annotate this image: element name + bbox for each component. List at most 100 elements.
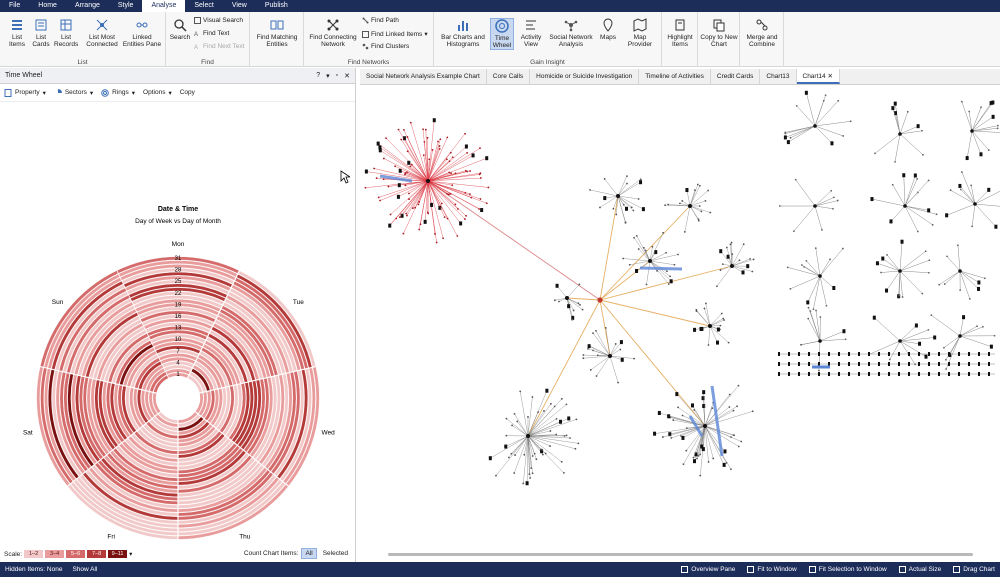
network-node[interactable] xyxy=(888,352,890,356)
network-node[interactable] xyxy=(948,362,950,366)
network-node[interactable] xyxy=(677,253,679,256)
network-node[interactable] xyxy=(938,352,940,356)
network-node[interactable] xyxy=(736,405,739,408)
network-node[interactable] xyxy=(832,196,835,199)
network-node[interactable] xyxy=(818,339,822,343)
network-node[interactable] xyxy=(685,188,689,193)
network-node[interactable] xyxy=(994,224,998,229)
network-node[interactable] xyxy=(485,202,488,205)
network-node[interactable] xyxy=(813,124,817,128)
network-node[interactable] xyxy=(987,149,990,151)
network-node[interactable] xyxy=(817,369,820,372)
network-node[interactable] xyxy=(666,270,668,273)
linked-entities-pane-button[interactable]: Linked Entities Pane xyxy=(122,18,162,48)
network-node[interactable] xyxy=(806,300,810,305)
network-node[interactable] xyxy=(411,207,414,210)
network-node[interactable] xyxy=(510,452,513,455)
network-node[interactable] xyxy=(902,173,906,178)
network-node[interactable] xyxy=(991,114,995,119)
network-node[interactable] xyxy=(572,309,575,312)
network-node[interactable] xyxy=(927,328,930,331)
network-node[interactable] xyxy=(485,156,489,161)
network-node[interactable] xyxy=(701,447,705,452)
menu-analyse[interactable]: Analyse xyxy=(142,0,186,12)
network-node[interactable] xyxy=(943,346,945,349)
network-node[interactable] xyxy=(442,237,445,240)
network-node[interactable] xyxy=(432,118,436,123)
network-node[interactable] xyxy=(633,236,636,239)
network-node[interactable] xyxy=(582,354,585,356)
network-node[interactable] xyxy=(788,352,790,356)
network-node[interactable] xyxy=(464,169,467,172)
network-node[interactable] xyxy=(792,230,795,233)
network-node[interactable] xyxy=(446,136,449,139)
network-node[interactable] xyxy=(565,434,568,437)
network-node[interactable] xyxy=(565,296,569,300)
network-node[interactable] xyxy=(814,247,817,250)
network-node[interactable] xyxy=(707,189,710,192)
network-node[interactable] xyxy=(406,136,409,138)
network-node[interactable] xyxy=(389,213,392,216)
network-node[interactable] xyxy=(558,300,560,303)
network-node[interactable] xyxy=(528,473,531,476)
network-node[interactable] xyxy=(872,315,876,320)
network-node[interactable] xyxy=(619,340,623,345)
network-node[interactable] xyxy=(578,283,581,286)
network-node[interactable] xyxy=(829,258,831,261)
network-node[interactable] xyxy=(908,372,910,376)
network-node[interactable] xyxy=(549,402,552,405)
network-node[interactable] xyxy=(918,372,920,376)
network-node[interactable] xyxy=(507,456,510,459)
network-node[interactable] xyxy=(595,329,597,332)
network-node[interactable] xyxy=(692,456,695,459)
overview-pane-button[interactable]: Overview Pane xyxy=(681,566,735,573)
network-node[interactable] xyxy=(612,207,615,210)
network-node[interactable] xyxy=(783,135,787,140)
network-node[interactable] xyxy=(825,304,828,307)
network-node[interactable] xyxy=(685,449,688,452)
network-node[interactable] xyxy=(423,219,427,224)
network-node[interactable] xyxy=(898,294,901,297)
rings-dropdown[interactable]: Rings ▾ xyxy=(101,88,135,97)
network-node[interactable] xyxy=(382,157,385,160)
tab-homicide[interactable]: Homicide or Suicide Investigation xyxy=(530,69,640,84)
network-node[interactable] xyxy=(511,424,514,427)
network-node[interactable] xyxy=(418,228,421,231)
network-node[interactable] xyxy=(928,352,930,356)
network-node[interactable] xyxy=(828,352,830,356)
network-node[interactable] xyxy=(878,362,880,366)
network-node[interactable] xyxy=(604,327,607,329)
network-node[interactable] xyxy=(707,344,710,346)
network-node[interactable] xyxy=(529,477,531,479)
network-node[interactable] xyxy=(394,165,397,168)
network-node[interactable] xyxy=(935,213,938,216)
network-node[interactable] xyxy=(448,171,451,174)
fit-selection-button[interactable]: Fit Selection to Window xyxy=(808,566,887,573)
network-node[interactable] xyxy=(454,203,457,206)
network-node[interactable] xyxy=(798,352,800,356)
network-node[interactable] xyxy=(700,210,703,213)
network-node[interactable] xyxy=(746,264,750,269)
network-node[interactable] xyxy=(977,286,981,291)
network-node[interactable] xyxy=(632,209,635,212)
find-matching-entities-button[interactable]: Find Matching Entities xyxy=(254,18,300,48)
network-node[interactable] xyxy=(407,160,411,165)
network-node[interactable] xyxy=(868,362,870,366)
network-node[interactable] xyxy=(574,447,577,450)
network-node[interactable] xyxy=(641,207,645,212)
network-node[interactable] xyxy=(688,204,692,208)
network-node[interactable] xyxy=(858,352,860,356)
network-node[interactable] xyxy=(624,221,627,224)
network-node[interactable] xyxy=(719,269,722,271)
network-node[interactable] xyxy=(881,256,885,261)
network-node[interactable] xyxy=(617,381,619,384)
network-node[interactable] xyxy=(630,206,633,209)
network-node[interactable] xyxy=(924,354,928,359)
network-node[interactable] xyxy=(971,225,974,228)
actual-size-button[interactable]: Actual Size xyxy=(898,566,941,573)
merge-combine-button[interactable]: Merge and Combine xyxy=(742,18,782,48)
network-node[interactable] xyxy=(898,362,900,366)
network-node[interactable] xyxy=(667,414,671,419)
network-node[interactable] xyxy=(571,318,574,321)
network-node[interactable] xyxy=(970,184,973,187)
